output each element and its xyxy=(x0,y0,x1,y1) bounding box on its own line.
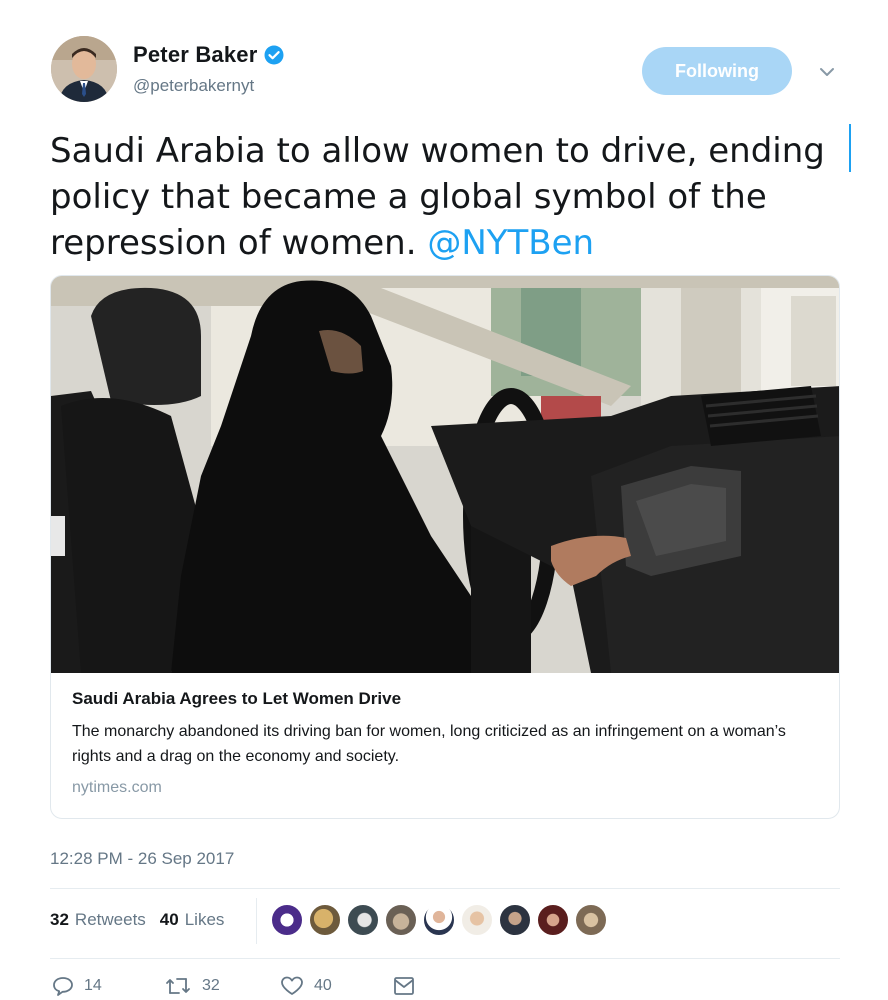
retweets-stat[interactable]: 32 Retweets xyxy=(50,910,146,930)
liker-avatars xyxy=(270,903,612,937)
chevron-down-icon[interactable] xyxy=(817,64,837,80)
verified-badge-icon xyxy=(264,45,284,65)
retweets-label: Retweets xyxy=(74,910,146,929)
liker-avatar[interactable] xyxy=(460,903,494,937)
reply-action[interactable]: 14 xyxy=(52,976,102,996)
retweet-action[interactable]: 32 xyxy=(164,976,220,996)
likes-label: Likes xyxy=(184,910,225,929)
tweet-timestamp[interactable]: 12:28 PM - 26 Sep 2017 xyxy=(50,849,234,869)
direct-message-icon xyxy=(392,976,416,996)
card-domain: nytimes.com xyxy=(72,779,162,796)
reply-count: 14 xyxy=(84,977,102,994)
liker-avatar[interactable] xyxy=(384,903,418,937)
divider xyxy=(50,888,840,889)
following-button[interactable]: Following xyxy=(642,47,792,95)
liker-avatar[interactable] xyxy=(498,903,532,937)
divider xyxy=(50,958,840,959)
liker-avatar[interactable] xyxy=(308,903,342,937)
likes-count: 40 xyxy=(159,910,179,929)
text-cursor xyxy=(849,124,851,172)
retweet-icon xyxy=(164,976,192,996)
liker-avatar[interactable] xyxy=(422,903,456,937)
like-count: 40 xyxy=(314,977,332,994)
heart-icon xyxy=(280,976,304,996)
card-title[interactable]: Saudi Arabia Agrees to Let Women Drive xyxy=(72,689,401,709)
reply-icon xyxy=(52,976,74,996)
direct-message-action[interactable] xyxy=(392,976,416,996)
link-card[interactable]: Saudi Arabia Agrees to Let Women Drive T… xyxy=(50,275,840,819)
avatar[interactable] xyxy=(51,36,117,102)
like-action[interactable]: 40 xyxy=(280,976,332,996)
liker-avatar[interactable] xyxy=(574,903,608,937)
display-name[interactable]: Peter Baker xyxy=(133,42,258,68)
user-handle[interactable]: @peterbakernyt xyxy=(133,76,254,96)
stats-separator xyxy=(256,898,257,944)
tweet-text: Saudi Arabia to allow women to drive, en… xyxy=(50,128,850,266)
engagement-stats: 32 Retweets 40 Likes xyxy=(50,910,224,930)
retweets-count: 32 xyxy=(50,910,69,929)
liker-avatar[interactable] xyxy=(270,903,304,937)
card-description: The monarchy abandoned its driving ban f… xyxy=(72,723,786,765)
liker-avatar[interactable] xyxy=(346,903,380,937)
tweet-container: Peter Baker @peterbakernyt Following Sau… xyxy=(0,0,888,1000)
retweet-count: 32 xyxy=(202,977,220,994)
likes-stat[interactable]: 40 Likes xyxy=(160,910,225,930)
card-image[interactable] xyxy=(51,276,840,673)
name-row: Peter Baker xyxy=(133,42,284,68)
mention-link[interactable]: @NYTBen xyxy=(427,223,594,263)
liker-avatar[interactable] xyxy=(536,903,570,937)
